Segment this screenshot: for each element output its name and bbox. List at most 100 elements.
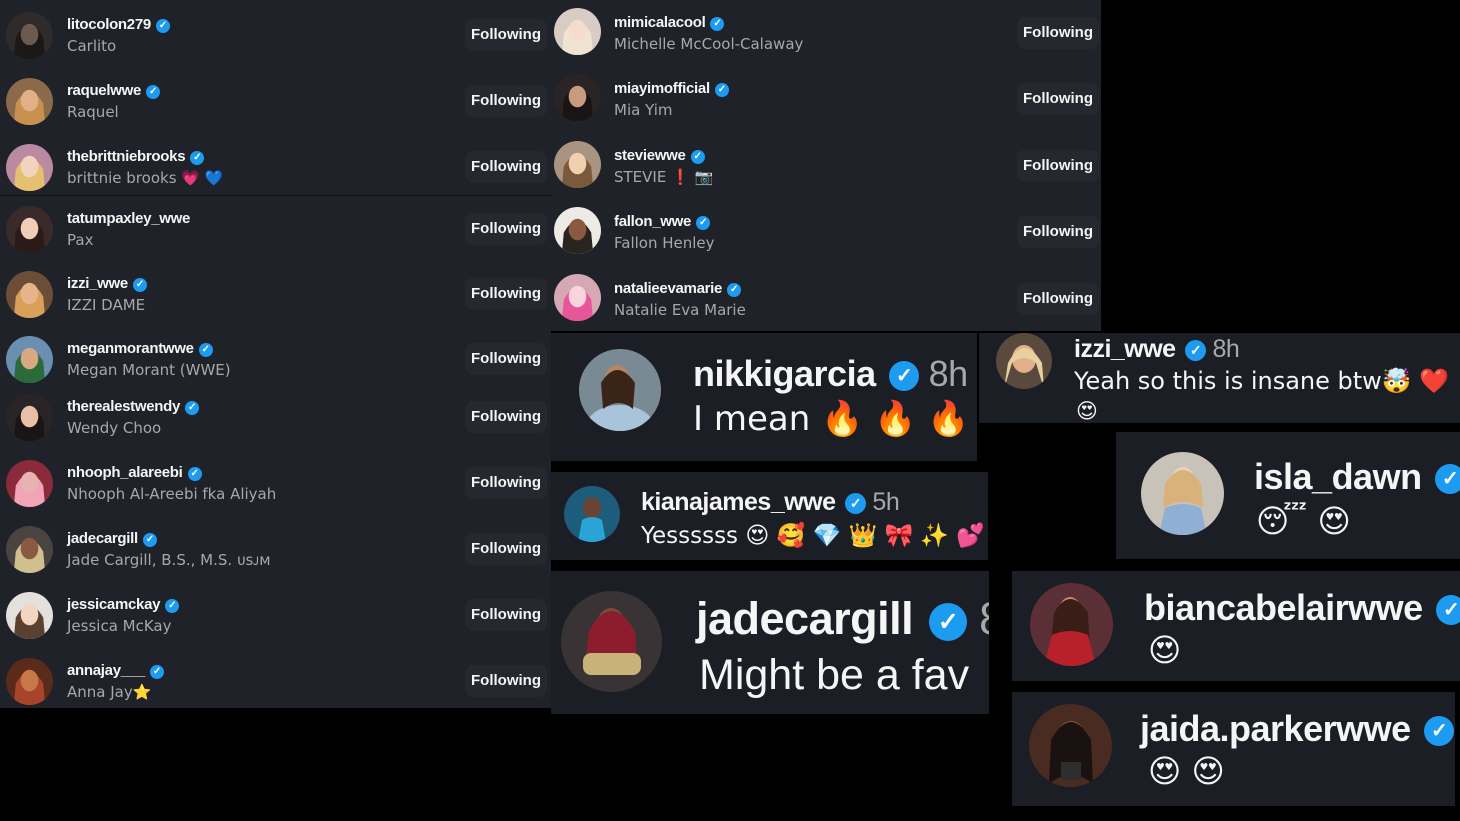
- following-button[interactable]: Following: [465, 278, 547, 310]
- avatar[interactable]: [554, 8, 601, 55]
- comment-username[interactable]: biancabelairwwe ✓: [1144, 587, 1460, 629]
- verified-icon: ✓: [132, 278, 147, 292]
- username-text[interactable]: mimicalacool: [614, 14, 706, 31]
- username-text[interactable]: izzi_wwe: [67, 275, 128, 292]
- avatar[interactable]: [1141, 452, 1224, 535]
- following-button[interactable]: Following: [1017, 17, 1099, 49]
- username-text[interactable]: fallon_wwe: [614, 213, 691, 230]
- following-button[interactable]: Following: [1017, 83, 1099, 115]
- username-text[interactable]: meganmorantwwe: [67, 340, 194, 357]
- verified-icon: ✓: [198, 343, 213, 357]
- username[interactable]: litocolon279 ✓: [67, 16, 170, 33]
- comment-time: 5h: [872, 488, 900, 516]
- following-button[interactable]: Following: [465, 343, 547, 375]
- following-button[interactable]: Following: [465, 151, 547, 183]
- username-text[interactable]: nikkigarcia: [693, 353, 876, 394]
- following-button[interactable]: Following: [1017, 283, 1099, 315]
- username-text[interactable]: biancabelairwwe: [1144, 587, 1423, 628]
- avatar[interactable]: [6, 144, 53, 191]
- username[interactable]: meganmorantwwe ✓: [67, 340, 213, 357]
- username-text[interactable]: jadecargill: [67, 530, 138, 547]
- following-row: raquelwwe ✓ Raquel Following: [0, 68, 551, 134]
- following-button[interactable]: Following: [465, 85, 547, 117]
- display-name: Raquel: [67, 103, 119, 121]
- username[interactable]: nhooph_alareebi ✓: [67, 464, 202, 481]
- comment-username[interactable]: izzi_wwe ✓ 8h: [1074, 335, 1240, 364]
- comment-nikkigarcia: nikkigarcia ✓ 8h I mean 🔥 🔥 🔥: [551, 333, 977, 461]
- avatar[interactable]: [554, 141, 601, 188]
- avatar[interactable]: [1030, 583, 1113, 666]
- avatar[interactable]: [1029, 704, 1112, 787]
- avatar[interactable]: [6, 12, 53, 59]
- verified-icon: ✓: [844, 492, 866, 514]
- username-text[interactable]: jaida.parkerwwe: [1140, 708, 1411, 749]
- username-text[interactable]: jadecargill: [696, 593, 914, 644]
- username-text[interactable]: annajay___: [67, 662, 145, 679]
- following-list-right: mimicalacool ✓ Michelle McCool-Calaway Fo…: [551, 0, 1101, 331]
- comment-username[interactable]: isla_dawn ✓: [1254, 456, 1460, 498]
- username-text[interactable]: miayimofficial: [614, 80, 710, 97]
- username[interactable]: therealestwendy ✓: [67, 398, 200, 415]
- avatar[interactable]: [554, 74, 601, 121]
- avatar[interactable]: [996, 333, 1052, 389]
- following-button[interactable]: Following: [1017, 150, 1099, 182]
- username[interactable]: thebrittniebrooks ✓: [67, 148, 205, 165]
- username[interactable]: jessicamckay ✓: [67, 596, 180, 613]
- following-button[interactable]: Following: [465, 665, 547, 697]
- verified-icon: ✓: [165, 599, 180, 613]
- avatar[interactable]: [6, 526, 53, 573]
- following-row: jessicamckay ✓ Jessica McKay Following: [0, 582, 551, 648]
- username-text[interactable]: natalieevamarie: [614, 280, 722, 297]
- avatar[interactable]: [6, 592, 53, 639]
- avatar[interactable]: [6, 658, 53, 705]
- username-text[interactable]: izzi_wwe: [1074, 335, 1176, 363]
- following-button[interactable]: Following: [465, 467, 547, 499]
- display-name: Michelle McCool-Calaway: [614, 35, 804, 53]
- following-button[interactable]: Following: [465, 599, 547, 631]
- avatar[interactable]: [554, 207, 601, 254]
- username-text[interactable]: isla_dawn: [1254, 456, 1422, 497]
- username[interactable]: raquelwwe ✓: [67, 82, 160, 99]
- avatar[interactable]: [6, 394, 53, 441]
- username[interactable]: jadecargill ✓: [67, 530, 157, 547]
- avatar[interactable]: [6, 78, 53, 125]
- avatar[interactable]: [561, 591, 662, 692]
- username[interactable]: natalieevamarie ✓: [614, 280, 742, 297]
- comment-username[interactable]: jadecargill ✓ 8: [696, 593, 989, 645]
- display-name: Pax: [67, 231, 94, 249]
- avatar[interactable]: [6, 206, 53, 253]
- display-name: Mia Yim: [614, 101, 673, 119]
- username-text[interactable]: jessicamckay: [67, 596, 160, 613]
- username-text[interactable]: kianajames_wwe: [641, 488, 836, 516]
- comment-username[interactable]: kianajames_wwe ✓ 5h: [641, 488, 900, 517]
- following-button[interactable]: Following: [465, 533, 547, 565]
- avatar[interactable]: [579, 349, 661, 431]
- username-text[interactable]: tatumpaxley_wwe: [67, 210, 190, 227]
- following-button[interactable]: Following: [465, 401, 547, 433]
- username[interactable]: tatumpaxley_wwe: [67, 210, 190, 227]
- username-text[interactable]: nhooph_alareebi: [67, 464, 183, 481]
- username-text[interactable]: therealestwendy: [67, 398, 180, 415]
- username[interactable]: izzi_wwe ✓: [67, 275, 147, 292]
- avatar[interactable]: [6, 336, 53, 383]
- username[interactable]: miayimofficial ✓: [614, 80, 729, 97]
- following-button[interactable]: Following: [465, 213, 547, 245]
- username[interactable]: fallon_wwe ✓: [614, 213, 711, 230]
- following-button[interactable]: Following: [1017, 216, 1099, 248]
- verified-icon: ✓: [690, 150, 705, 164]
- avatar[interactable]: [554, 274, 601, 321]
- avatar[interactable]: [6, 271, 53, 318]
- username[interactable]: mimicalacool ✓: [614, 14, 725, 31]
- username-text[interactable]: raquelwwe: [67, 82, 141, 99]
- avatar[interactable]: [564, 486, 620, 542]
- comment-username[interactable]: nikkigarcia ✓ 8h: [693, 353, 968, 395]
- following-button[interactable]: Following: [465, 19, 547, 51]
- comment-text: 😍 😍: [1148, 752, 1225, 790]
- avatar[interactable]: [6, 460, 53, 507]
- username[interactable]: annajay___ ✓: [67, 662, 164, 679]
- username[interactable]: steviewwe ✓: [614, 147, 705, 164]
- username-text[interactable]: steviewwe: [614, 147, 686, 164]
- comment-username[interactable]: jaida.parkerwwe ✓: [1140, 708, 1455, 750]
- username-text[interactable]: thebrittniebrooks: [67, 148, 186, 165]
- username-text[interactable]: litocolon279: [67, 16, 151, 33]
